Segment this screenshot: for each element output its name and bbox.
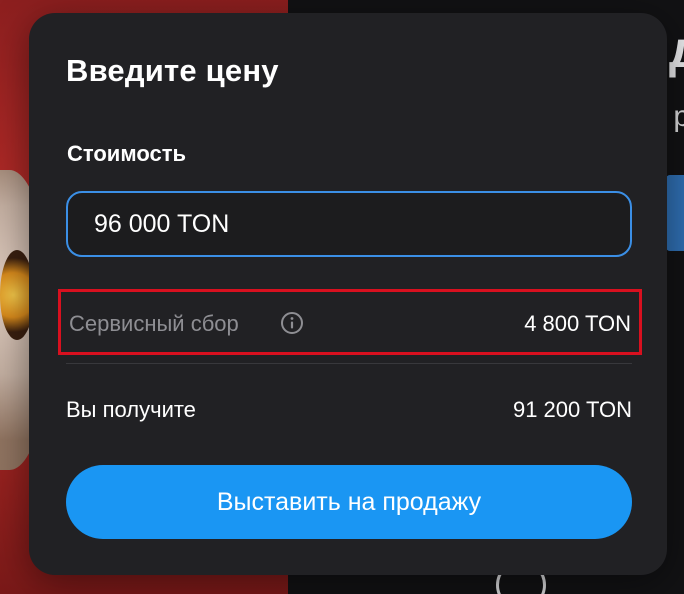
background-button <box>666 175 684 251</box>
list-for-sale-button[interactable]: Выставить на продажу <box>66 465 632 539</box>
screen: д р Введите цену Стоимость Сервисный сбо… <box>0 0 684 594</box>
receive-amount-label: Вы получите <box>66 397 196 422</box>
price-input-container[interactable] <box>66 191 632 257</box>
service-fee-label: Сервисный сбор <box>69 311 239 336</box>
price-field-label: Стоимость <box>67 141 187 166</box>
divider <box>66 363 632 364</box>
dialog-title: Введите цену <box>66 53 279 88</box>
service-fee-row-highlight: Сервисный сбор 4 800 TON <box>58 289 642 355</box>
background-text: р <box>673 100 684 133</box>
set-price-dialog: Введите цену Стоимость Сервисный сбор 4 … <box>29 13 667 575</box>
background-heading: д <box>669 20 684 80</box>
price-input[interactable] <box>94 193 614 255</box>
service-fee-value: 4 800 TON <box>524 311 631 336</box>
info-circle-icon[interactable] <box>280 311 304 335</box>
receive-amount-value: 91 200 TON <box>512 397 632 422</box>
